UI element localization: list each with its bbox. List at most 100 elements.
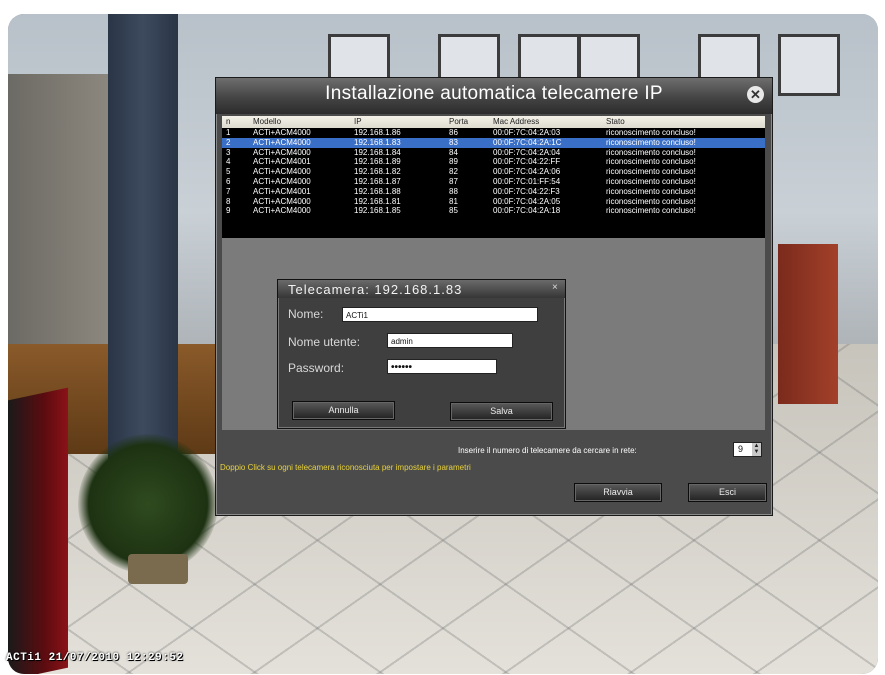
row-ip: 192.168.1.88 [354,186,401,196]
cancel-button[interactable]: Annulla [292,401,395,420]
row-port: 81 [449,196,458,206]
row-status: riconoscimento concluso! [606,157,696,167]
username-field[interactable]: admin [387,333,513,348]
row-port: 85 [449,206,458,216]
credentials-title: Telecamera: 192.168.1.83 [288,282,463,297]
table-row[interactable]: 8 ACTi+ACM4000 192.168.1.81 81 00:0F:7C:04:2… [222,197,765,207]
camera-count-value: 9 [738,444,744,454]
row-ip: 192.168.1.87 [354,176,401,186]
table-row[interactable]: 1 ACTi+ACM4000 192.168.1.86 86 00:0F:7C:04:2… [222,128,765,138]
camera-count-label: Inserire il numero di telecamere da cerc… [458,446,637,455]
camera-timestamp: ACTi1 21/07/2010 12:29:52 [6,652,184,664]
row-mac: 00:0F:7C:01:FF:54 [493,176,561,186]
table-row[interactable]: 4 ACTi+ACM4001 192.168.1.89 89 00:0F:7C:04:2… [222,157,765,167]
row-status: riconoscimento concluso! [606,206,696,216]
row-mac: 00:0F:7C:04:2A:05 [493,196,561,206]
row-mac: 00:0F:7C:04:22:FF [493,157,561,167]
header-model: Modello [253,117,282,126]
row-ip: 192.168.1.81 [354,196,401,206]
hint-text: Doppio Click su ogni telecamera riconosc… [220,463,471,472]
row-port: 82 [449,167,458,177]
camera-table: n Modello IP Porta Mac Address Stato 1 AC… [222,116,765,238]
row-ip: 192.168.1.83 [354,137,401,147]
background-pot [128,554,188,584]
row-n: 4 [226,157,231,167]
row-status: riconoscimento concluso! [606,196,696,206]
dialog-titlebar: Installazione automatica telecamere IP ✕ [216,78,772,114]
row-n: 2 [226,137,231,147]
row-n: 3 [226,147,231,157]
row-n: 9 [226,206,231,216]
row-port: 88 [449,186,458,196]
header-mac: Mac Address [493,117,540,126]
name-label: Nome: [288,307,324,321]
row-ip: 192.168.1.86 [354,128,401,137]
row-n: 1 [226,128,231,137]
row-model: ACTi+ACM4000 [253,137,311,147]
table-row[interactable]: 9 ACTi+ACM4000 192.168.1.85 85 00:0F:7C:04:2… [222,206,765,216]
row-mac: 00:0F:7C:04:22:F3 [493,186,560,196]
row-port: 83 [449,137,458,147]
row-ip: 192.168.1.85 [354,206,401,216]
row-status: riconoscimento concluso! [606,167,696,177]
row-port: 84 [449,147,458,157]
row-mac: 00:0F:7C:04:2A:03 [493,128,561,137]
username-label: Nome utente: [288,335,361,349]
row-n: 6 [226,176,231,186]
table-row[interactable]: 7 ACTi+ACM4001 192.168.1.88 88 00:0F:7C:04:2… [222,187,765,197]
name-field[interactable]: ACTi1 [342,307,538,322]
row-status: riconoscimento concluso! [606,176,696,186]
row-mac: 00:0F:7C:04:2A:04 [493,147,561,157]
table-row[interactable]: 2 ACTi+ACM4000 192.168.1.83 83 00:0F:7C:04:2… [222,137,765,148]
row-mac: 00:0F:7C:04:2A:06 [493,167,561,177]
dialog-title: Installazione automatica telecamere IP [325,83,663,104]
table-header: n Modello IP Porta Mac Address Stato [222,116,765,128]
row-model: ACTi+ACM4001 [253,157,311,167]
header-status: Stato [606,117,625,126]
save-button[interactable]: Salva [450,402,553,421]
row-model: ACTi+ACM4000 [253,128,311,137]
close-icon[interactable]: ✕ [747,86,764,103]
row-mac: 00:0F:7C:04:2A:18 [493,206,561,216]
row-n: 5 [226,167,231,177]
row-port: 86 [449,128,458,137]
table-row[interactable]: 3 ACTi+ACM4000 192.168.1.84 84 00:0F:7C:04:2… [222,148,765,158]
header-port: Porta [449,117,469,126]
row-ip: 192.168.1.84 [354,147,401,157]
background-pillar [108,14,178,484]
row-status: riconoscimento concluso! [606,128,696,137]
header-ip: IP [354,117,362,126]
background-banner [8,387,68,674]
row-model: ACTi+ACM4000 [253,176,311,186]
password-label: Password: [288,361,345,375]
row-n: 8 [226,196,231,206]
row-status: riconoscimento concluso! [606,137,696,147]
restart-button[interactable]: Riavvia [574,483,662,502]
table-body: 1 ACTi+ACM4000 192.168.1.86 86 00:0F:7C:04:2… [222,128,765,216]
row-model: ACTi+ACM4000 [253,206,311,216]
wall-picture [778,34,840,96]
background-board [778,244,838,404]
row-ip: 192.168.1.89 [354,157,401,167]
camera-count-spinner[interactable]: 9 ▲ ▼ [733,442,762,457]
row-n: 7 [226,186,231,196]
table-row[interactable]: 5 ACTi+ACM4000 192.168.1.82 82 00:0F:7C:04:2… [222,167,765,177]
row-model: ACTi+ACM4001 [253,186,311,196]
background-plant [78,434,218,574]
spinner-arrows-icon[interactable]: ▲ ▼ [752,443,761,456]
password-field[interactable]: •••••• [387,359,497,374]
credentials-titlebar: Telecamera: 192.168.1.83 × [278,280,565,298]
header-n: n [226,117,231,126]
camera-credentials-dialog: Telecamera: 192.168.1.83 × Nome: ACTi1 N… [277,279,566,429]
row-status: riconoscimento concluso! [606,147,696,157]
row-mac: 00:0F:7C:04:2A:1C [493,137,562,147]
row-status: riconoscimento concluso! [606,186,696,196]
row-port: 87 [449,176,458,186]
row-ip: 192.168.1.82 [354,167,401,177]
row-port: 89 [449,157,458,167]
exit-button[interactable]: Esci [688,483,767,502]
close-icon[interactable]: × [552,282,558,293]
row-model: ACTi+ACM4000 [253,147,311,157]
row-model: ACTi+ACM4000 [253,196,311,206]
table-row[interactable]: 6 ACTi+ACM4000 192.168.1.87 87 00:0F:7C:01:F… [222,177,765,187]
